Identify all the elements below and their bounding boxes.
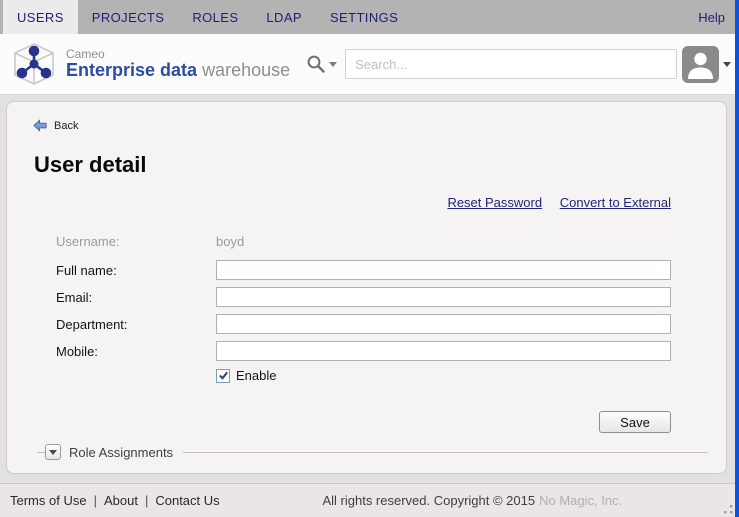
user-form: Username: boyd Full name: Email: Departm… xyxy=(7,232,726,383)
user-detail-panel: Back User detail Reset Password Convert … xyxy=(6,101,727,474)
enable-checkbox[interactable] xyxy=(216,369,230,383)
app-logo-icon[interactable] xyxy=(10,40,58,88)
window-edge xyxy=(735,0,739,517)
separator: | xyxy=(94,493,97,508)
back-arrow-icon xyxy=(33,118,48,133)
email-label: Email: xyxy=(56,290,216,305)
mobile-field[interactable] xyxy=(216,341,671,361)
tab-users[interactable]: USERS xyxy=(3,0,78,34)
email-field[interactable] xyxy=(216,287,671,307)
search-input[interactable] xyxy=(345,49,677,79)
fullname-field[interactable] xyxy=(216,260,671,280)
search-icon[interactable] xyxy=(306,54,326,74)
enable-row: Enable xyxy=(7,368,726,383)
brand-product: Enterprise data warehouse xyxy=(66,61,290,81)
avatar-icon xyxy=(682,46,719,83)
username-row: Username: boyd xyxy=(7,232,726,250)
footer: Terms of Use | About | Contact Us All ri… xyxy=(0,483,735,517)
mobile-label: Mobile: xyxy=(56,344,216,359)
back-link[interactable]: Back xyxy=(7,102,78,133)
department-label: Department: xyxy=(56,317,216,332)
resize-grip[interactable] xyxy=(723,504,733,514)
tab-projects[interactable]: PROJECTS xyxy=(78,0,179,34)
tab-roles[interactable]: ROLES xyxy=(178,0,252,34)
convert-to-external-link[interactable]: Convert to External xyxy=(560,195,671,210)
terms-of-use-link[interactable]: Terms of Use xyxy=(10,493,87,508)
collapse-caret-icon xyxy=(49,450,57,455)
save-button[interactable]: Save xyxy=(599,411,671,433)
fullname-row: Full name: xyxy=(7,260,726,280)
search-area xyxy=(306,49,677,79)
back-label: Back xyxy=(54,120,78,132)
tab-ldap[interactable]: LDAP xyxy=(252,0,316,34)
department-field[interactable] xyxy=(216,314,671,334)
role-assignments-section-header: Role Assignments xyxy=(7,444,726,460)
username-label: Username: xyxy=(56,234,216,249)
detail-actions: Reset Password Convert to External xyxy=(7,195,726,210)
role-assignments-toggle-button[interactable] xyxy=(45,444,61,460)
separator: | xyxy=(145,493,148,508)
email-row: Email: xyxy=(7,287,726,307)
company-link[interactable]: No Magic, Inc. xyxy=(539,493,622,508)
tab-settings[interactable]: SETTINGS xyxy=(316,0,412,34)
contact-us-link[interactable]: Contact Us xyxy=(155,493,219,508)
divider xyxy=(183,452,708,453)
help-link[interactable]: Help xyxy=(684,0,739,34)
brand-wordmark[interactable]: Cameo Enterprise data warehouse xyxy=(66,48,290,81)
page-body: Back User detail Reset Password Convert … xyxy=(6,101,727,474)
fullname-label: Full name: xyxy=(56,263,216,278)
reset-password-link[interactable]: Reset Password xyxy=(447,195,542,210)
divider xyxy=(37,452,45,453)
account-menu-button[interactable] xyxy=(682,46,731,83)
page-title: User detail xyxy=(34,152,726,178)
copyright-text: All rights reserved. Copyright © 2015No … xyxy=(220,493,725,508)
app-header: Cameo Enterprise data warehouse xyxy=(0,34,739,95)
department-row: Department: xyxy=(7,314,726,334)
search-scope-caret-icon[interactable] xyxy=(329,62,337,67)
role-assignments-label: Role Assignments xyxy=(69,445,173,460)
account-caret-icon xyxy=(723,62,731,67)
about-link[interactable]: About xyxy=(104,493,138,508)
username-value: boyd xyxy=(216,234,244,249)
enable-label: Enable xyxy=(236,368,276,383)
mobile-row: Mobile: xyxy=(7,341,726,361)
top-navigation: USERS PROJECTS ROLES LDAP SETTINGS Help xyxy=(0,0,739,34)
checkmark-icon xyxy=(218,370,229,381)
